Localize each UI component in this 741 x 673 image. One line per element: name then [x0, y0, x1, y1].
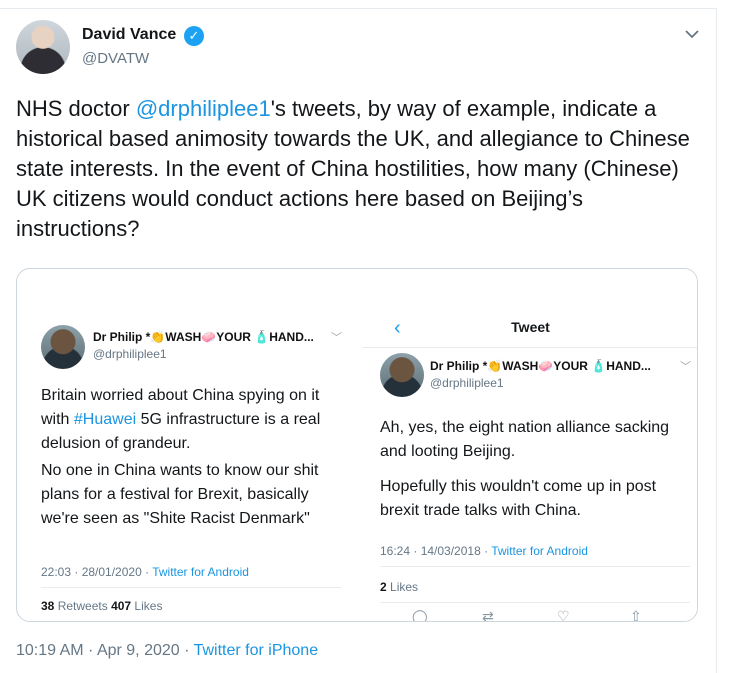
tweet-header: David Vance ✓ @DVATW	[16, 20, 706, 76]
avatar[interactable]	[16, 20, 70, 74]
tweet-footer: 10:19 AM · Apr 9, 2020 · Twitter for iPh…	[16, 642, 318, 660]
embedded-counts: 38 Retweets 407 Likes	[41, 599, 163, 613]
tweet-text: NHS doctor @drphiliplee1's tweets, by wa…	[16, 94, 706, 244]
tweet-timestamp[interactable]: 10:19 AM · Apr 9, 2020 ·	[16, 642, 194, 659]
embedded-avatar	[380, 353, 424, 397]
screenshot-left: Dr Philip *👏WASH🧼YOUR 🧴HAND... ﹀ @drphil…	[17, 269, 362, 621]
chevron-down-icon[interactable]	[682, 24, 702, 44]
attached-image[interactable]: Dr Philip *👏WASH🧼YOUR 🧴HAND... ﹀ @drphil…	[16, 268, 698, 622]
embedded-name: Dr Philip *👏WASH🧼YOUR 🧴HAND...	[430, 359, 651, 373]
author-handle[interactable]: @DVATW	[82, 50, 149, 67]
embedded-para-1: Britain worried about China spying on it…	[41, 387, 321, 452]
frame-right-border	[716, 8, 717, 673]
author-name[interactable]: David Vance	[82, 26, 176, 44]
embedded-divider	[380, 566, 690, 567]
embedded-handle: @drphiliplee1	[93, 347, 167, 361]
screenshot-right: ‹ Tweet Dr Philip *👏WASH🧼YOUR 🧴HAND... ﹀…	[362, 269, 697, 622]
frame-top-border	[0, 8, 716, 9]
embedded-chevron-icon: ﹀	[331, 332, 342, 344]
share-icon: ⇧	[630, 608, 642, 622]
embedded-divider	[41, 587, 341, 588]
embedded-timestamp: 16:24 · 14/03/2018 · Twitter for Android	[380, 544, 588, 558]
embedded-para-1: Ah, yes, the eight nation alliance sacki…	[380, 419, 670, 460]
embedded-handle: @drphiliplee1	[430, 376, 504, 390]
embedded-para-2: No one in China wants to know our shit p…	[41, 462, 319, 527]
embedded-heading: Tweet	[511, 319, 550, 335]
reply-icon: ◯	[412, 608, 428, 622]
embedded-timestamp: 22:03 · 28/01/2020 · Twitter for Android	[41, 565, 249, 579]
like-icon: ♡	[557, 608, 570, 622]
embedded-divider-2	[380, 602, 690, 603]
tweet-source-link[interactable]: Twitter for iPhone	[194, 642, 319, 659]
embedded-chevron-icon: ﹀	[680, 361, 691, 373]
retweet-icon: ⇄	[482, 608, 494, 622]
mention-link[interactable]: @drphiliplee1	[136, 96, 271, 121]
embedded-counts: 2 Likes	[380, 580, 419, 594]
embedded-name: Dr Philip *👏WASH🧼YOUR 🧴HAND...	[93, 330, 314, 344]
tweet-text-before: NHS doctor	[16, 96, 136, 121]
verified-badge-icon: ✓	[184, 26, 204, 46]
embedded-para-2: Hopefully this wouldn't come up in post …	[380, 478, 657, 519]
embedded-header-divider	[362, 347, 697, 348]
embedded-avatar	[41, 325, 85, 369]
